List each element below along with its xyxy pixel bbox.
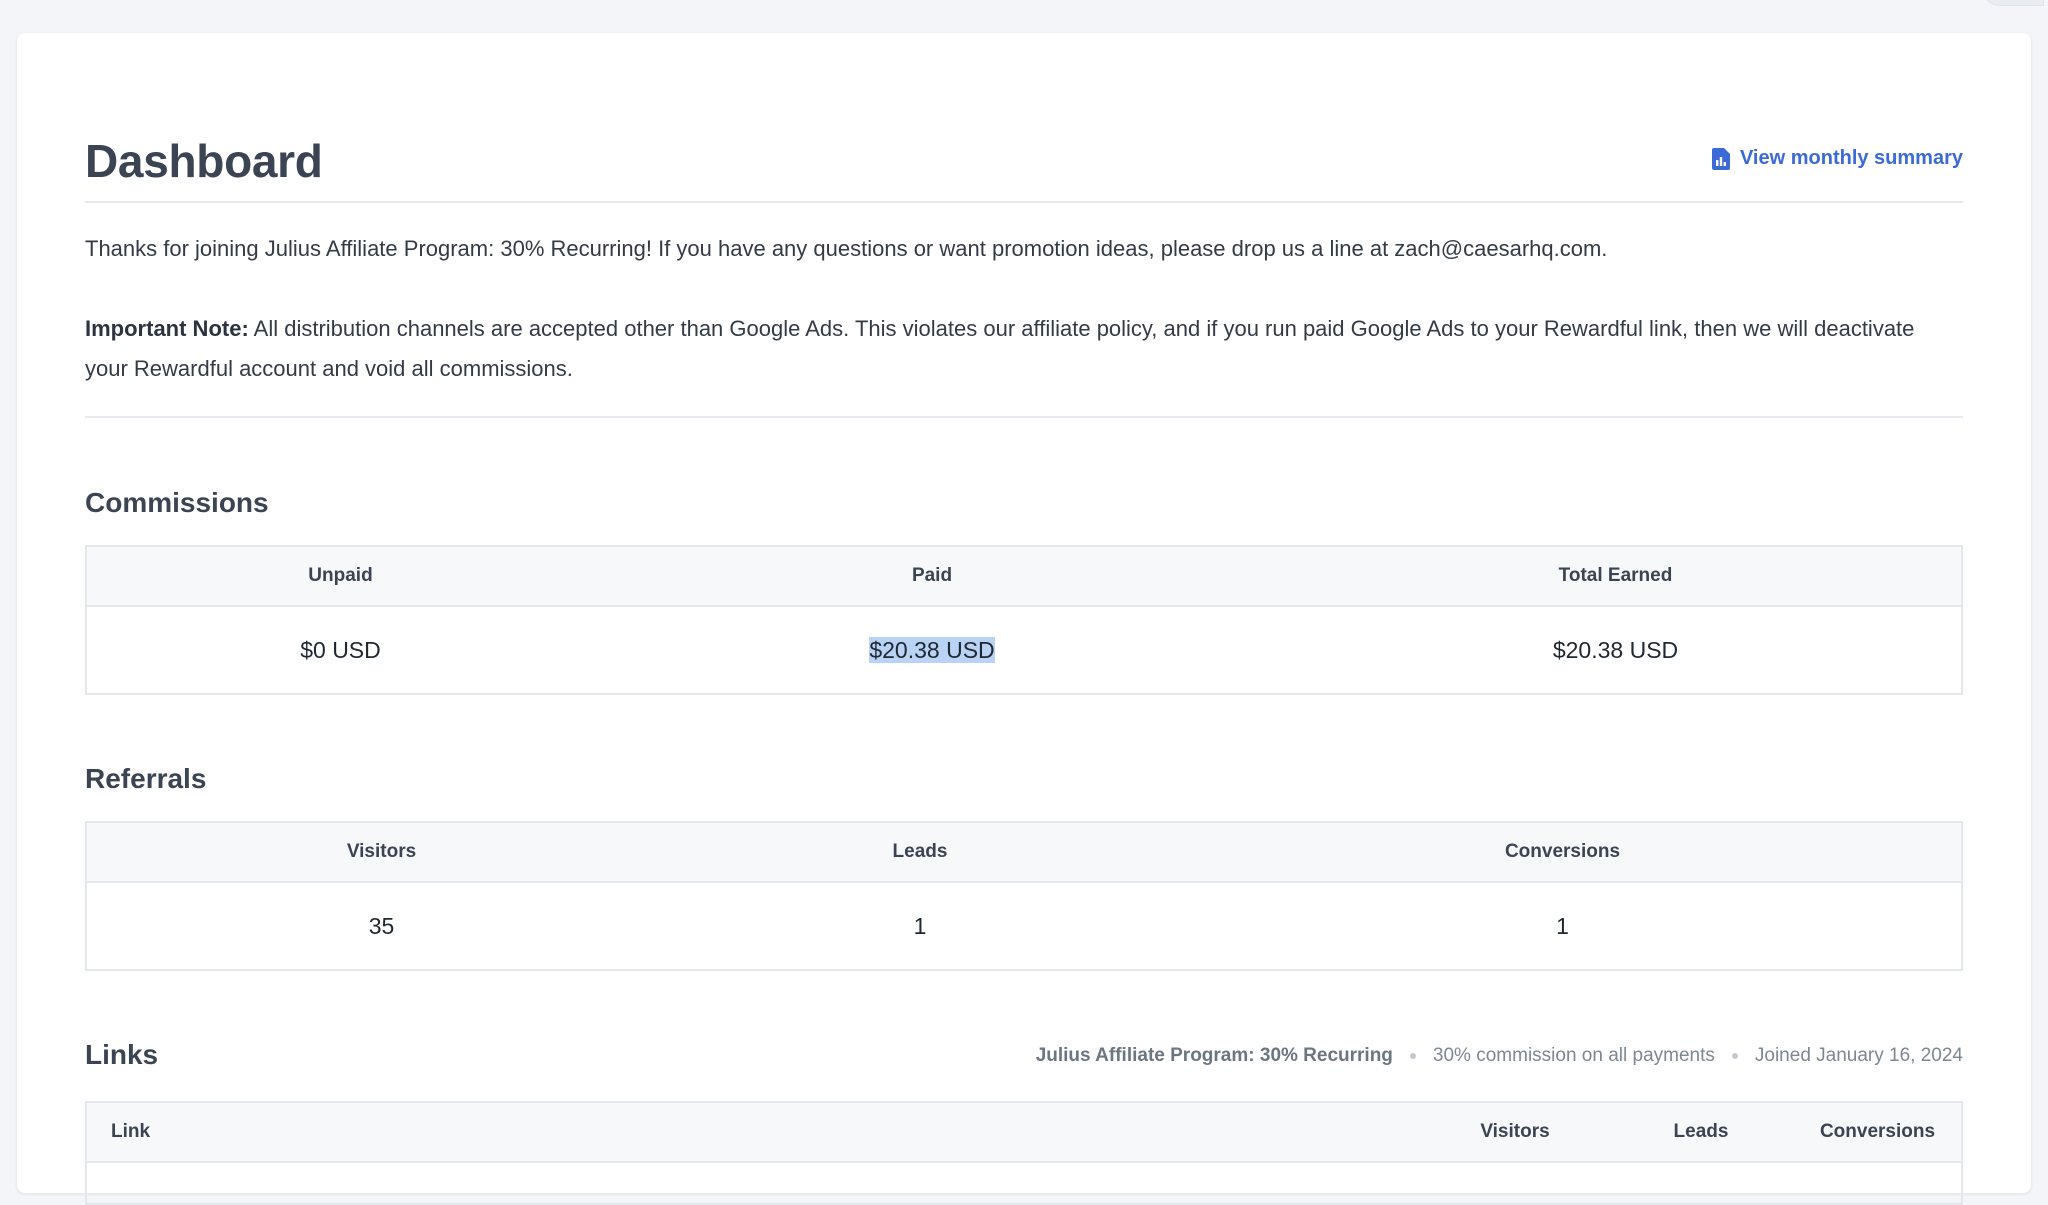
col-leads: Leads [676, 822, 1164, 883]
links-meta: Julius Affiliate Program: 30% Recurring … [1036, 1045, 1963, 1067]
visitors-value: 35 [368, 912, 395, 939]
total-earned-value: $20.38 USD [1552, 636, 1679, 663]
table-row [86, 1162, 1962, 1204]
link-cell [86, 1162, 1422, 1204]
joined-date: Joined January 16, 2024 [1754, 1045, 1963, 1066]
selected-text: $20.38 USD [869, 636, 995, 663]
important-note-text: All distribution channels are accepted o… [85, 316, 1915, 381]
window-corner-tab [1982, 0, 2044, 6]
table-row: $0 USD $20.38 USD $20.38 USD [86, 606, 1962, 694]
separator-dot [1409, 1053, 1416, 1059]
view-monthly-summary-label: View monthly summary [1739, 147, 1963, 169]
col-visitors: Visitors [86, 822, 676, 883]
col-unpaid: Unpaid [86, 546, 594, 607]
commissions-title: Commissions [85, 487, 269, 518]
col-visitors: Visitors [1422, 1102, 1608, 1163]
commissions-section: Commissions Unpaid Paid Total Earned $0 … [85, 485, 1963, 695]
welcome-message: Thanks for joining Julius Affiliate Prog… [85, 236, 1608, 261]
important-note: Important Note: All distribution channel… [85, 309, 1963, 389]
col-link: Link [86, 1102, 1422, 1163]
table-header-row: Visitors Leads Conversions [86, 822, 1962, 883]
important-note-label: Important Note: [85, 316, 249, 341]
link-conversions-cell [1794, 1162, 1962, 1204]
links-table: Link Visitors Leads Conversions [85, 1101, 1963, 1205]
conversions-value: 1 [1556, 912, 1569, 939]
dashboard-header: Dashboard View monthly summary [85, 97, 1963, 203]
referrals-title: Referrals [85, 763, 207, 794]
commissions-table: Unpaid Paid Total Earned $0 USD $20.38 U… [85, 545, 1963, 695]
referrals-section: Referrals Visitors Leads Conversions 35 … [85, 761, 1963, 971]
program-name: Julius Affiliate Program: 30% Recurring [1035, 1045, 1393, 1066]
section-divider [85, 416, 1963, 418]
col-paid: Paid [594, 546, 1270, 607]
col-leads: Leads [1608, 1102, 1794, 1163]
view-monthly-summary-link[interactable]: View monthly summary [1711, 147, 1963, 170]
unpaid-value: $0 USD [300, 636, 381, 663]
links-section: Links Julius Affiliate Program: 30% Recu… [85, 1037, 1963, 1205]
referrals-table: Visitors Leads Conversions 35 1 1 [85, 821, 1963, 971]
link-visitors-cell [1422, 1162, 1608, 1204]
report-icon [1711, 147, 1730, 170]
col-total-earned: Total Earned [1270, 546, 1962, 607]
leads-value: 1 [913, 912, 927, 939]
commission-rate: 30% commission on all payments [1432, 1045, 1715, 1066]
separator-dot [1731, 1053, 1738, 1059]
link-leads-cell [1608, 1162, 1794, 1204]
paid-value: $20.38 USD [594, 606, 1270, 694]
intro-text: Thanks for joining Julius Affiliate Prog… [85, 229, 1963, 389]
col-conversions: Conversions [1164, 822, 1962, 883]
col-conversions: Conversions [1794, 1102, 1962, 1163]
dashboard-card: Dashboard View monthly summary Thanks fo… [17, 33, 2031, 1205]
table-header-row: Link Visitors Leads Conversions [86, 1102, 1962, 1163]
table-row: 35 1 1 [86, 882, 1962, 970]
table-header-row: Unpaid Paid Total Earned [86, 546, 1962, 607]
page-title: Dashboard [85, 135, 323, 187]
